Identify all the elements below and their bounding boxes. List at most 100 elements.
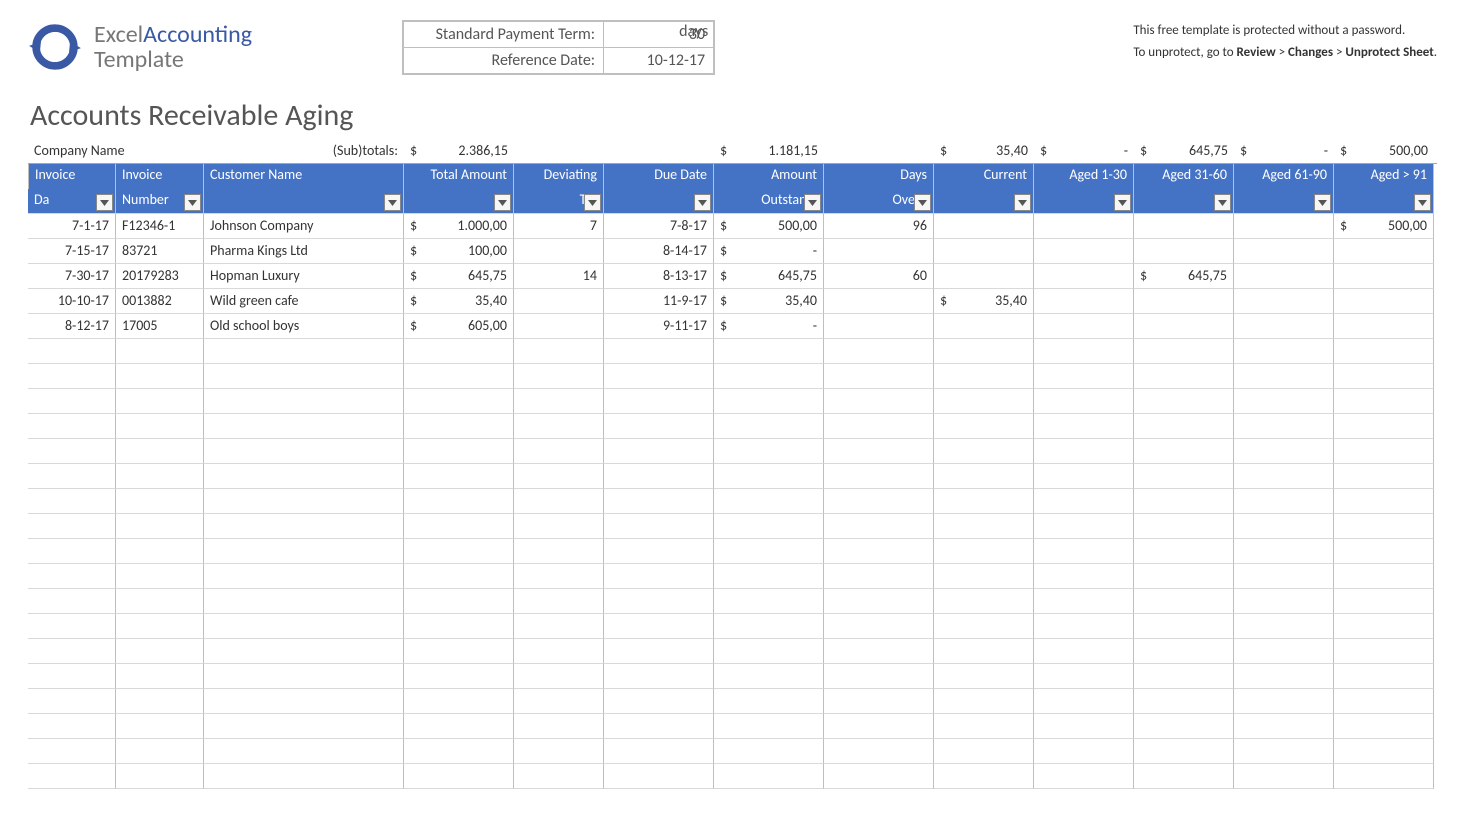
cell-deviating[interactable] xyxy=(514,314,604,339)
cell-outstanding[interactable]: $- xyxy=(714,314,824,339)
empty-cell[interactable] xyxy=(116,464,204,489)
empty-cell[interactable] xyxy=(714,639,824,664)
empty-cell[interactable] xyxy=(204,739,404,764)
empty-cell[interactable] xyxy=(1234,639,1334,664)
cell-customer[interactable]: Pharma Kings Ltd xyxy=(204,239,404,264)
empty-cell[interactable] xyxy=(824,389,934,414)
empty-cell[interactable] xyxy=(1334,614,1434,639)
empty-cell[interactable] xyxy=(514,489,604,514)
empty-cell[interactable] xyxy=(116,439,204,464)
empty-cell[interactable] xyxy=(514,714,604,739)
empty-cell[interactable] xyxy=(116,489,204,514)
empty-cell[interactable] xyxy=(1334,739,1434,764)
empty-cell[interactable] xyxy=(404,514,514,539)
empty-cell[interactable] xyxy=(1034,664,1134,689)
empty-cell[interactable] xyxy=(1134,539,1234,564)
empty-cell[interactable] xyxy=(1034,414,1134,439)
cell-total[interactable]: $605,00 xyxy=(404,314,514,339)
empty-cell[interactable] xyxy=(604,689,714,714)
empty-cell[interactable] xyxy=(514,564,604,589)
empty-cell[interactable] xyxy=(934,764,1034,789)
cell-total[interactable]: $35,40 xyxy=(404,289,514,314)
empty-cell[interactable] xyxy=(714,739,824,764)
empty-cell[interactable] xyxy=(714,664,824,689)
empty-cell[interactable] xyxy=(1034,364,1134,389)
cell-outstanding[interactable]: $- xyxy=(714,239,824,264)
hdr-aged-91[interactable]: Aged > 91 xyxy=(1334,164,1434,189)
empty-cell[interactable] xyxy=(28,464,116,489)
empty-cell[interactable] xyxy=(1334,389,1434,414)
cell-aged-61-90[interactable] xyxy=(1234,289,1334,314)
empty-cell[interactable] xyxy=(28,489,116,514)
empty-cell[interactable] xyxy=(204,514,404,539)
empty-cell[interactable] xyxy=(28,689,116,714)
hdr2-c9[interactable] xyxy=(1034,189,1134,214)
empty-cell[interactable] xyxy=(1334,439,1434,464)
cell-customer[interactable]: Johnson Company xyxy=(204,214,404,239)
cell-aged-1-30[interactable] xyxy=(1034,264,1134,289)
empty-cell[interactable] xyxy=(204,614,404,639)
empty-cell[interactable] xyxy=(824,464,934,489)
empty-cell[interactable] xyxy=(28,564,116,589)
empty-cell[interactable] xyxy=(404,689,514,714)
empty-cell[interactable] xyxy=(934,614,1034,639)
cell-aged-31-60[interactable] xyxy=(1134,314,1234,339)
hdr-customer-name[interactable]: Customer Name xyxy=(204,164,404,189)
filter-c8[interactable] xyxy=(1014,194,1031,211)
cell-total[interactable]: $1.000,00 xyxy=(404,214,514,239)
empty-cell[interactable] xyxy=(404,489,514,514)
hdr-aged-31-60[interactable]: Aged 31-60 xyxy=(1134,164,1234,189)
empty-cell[interactable] xyxy=(204,764,404,789)
empty-cell[interactable] xyxy=(1134,639,1234,664)
empty-cell[interactable] xyxy=(1134,689,1234,714)
cell-current[interactable]: $35,40 xyxy=(934,289,1034,314)
filter-c0[interactable] xyxy=(96,194,113,211)
filter-c12[interactable] xyxy=(1414,194,1431,211)
empty-cell[interactable] xyxy=(404,464,514,489)
filter-c2[interactable] xyxy=(384,194,401,211)
empty-cell[interactable] xyxy=(28,439,116,464)
cell-date[interactable]: 7-1-17 xyxy=(28,214,116,239)
empty-cell[interactable] xyxy=(514,514,604,539)
empty-cell[interactable] xyxy=(1234,714,1334,739)
filter-c11[interactable] xyxy=(1314,194,1331,211)
hdr-invoice-date[interactable]: Invoice xyxy=(28,164,116,189)
empty-cell[interactable] xyxy=(1034,464,1134,489)
empty-cell[interactable] xyxy=(934,339,1034,364)
cell-aged-61-90[interactable] xyxy=(1234,214,1334,239)
empty-cell[interactable] xyxy=(1334,464,1434,489)
cell-invoice-number[interactable]: 0013882 xyxy=(116,289,204,314)
hdr2-c12[interactable] xyxy=(1334,189,1434,214)
hdr2-c5[interactable] xyxy=(604,189,714,214)
empty-cell[interactable] xyxy=(1134,739,1234,764)
cell-overdue[interactable] xyxy=(824,289,934,314)
empty-cell[interactable] xyxy=(714,539,824,564)
cell-deviating[interactable] xyxy=(514,239,604,264)
empty-cell[interactable] xyxy=(714,364,824,389)
empty-cell[interactable] xyxy=(404,764,514,789)
empty-cell[interactable] xyxy=(934,539,1034,564)
hdr2-c7[interactable]: Overd xyxy=(824,189,934,214)
empty-cell[interactable] xyxy=(116,339,204,364)
empty-cell[interactable] xyxy=(824,664,934,689)
empty-cell[interactable] xyxy=(1234,339,1334,364)
empty-cell[interactable] xyxy=(28,614,116,639)
empty-cell[interactable] xyxy=(1134,464,1234,489)
empty-cell[interactable] xyxy=(116,589,204,614)
empty-cell[interactable] xyxy=(28,414,116,439)
empty-cell[interactable] xyxy=(824,339,934,364)
hdr-aged-61-90[interactable]: Aged 61-90 xyxy=(1234,164,1334,189)
empty-cell[interactable] xyxy=(1134,764,1234,789)
empty-cell[interactable] xyxy=(1334,564,1434,589)
cell-aged-31-60[interactable] xyxy=(1134,289,1234,314)
empty-cell[interactable] xyxy=(934,389,1034,414)
hdr-deviating[interactable]: Deviating xyxy=(514,164,604,189)
empty-cell[interactable] xyxy=(1334,689,1434,714)
empty-cell[interactable] xyxy=(204,589,404,614)
hdr-amount[interactable]: Amount xyxy=(714,164,824,189)
hdr2-c8[interactable] xyxy=(934,189,1034,214)
empty-cell[interactable] xyxy=(1234,664,1334,689)
empty-cell[interactable] xyxy=(934,464,1034,489)
empty-cell[interactable] xyxy=(604,364,714,389)
empty-cell[interactable] xyxy=(604,339,714,364)
